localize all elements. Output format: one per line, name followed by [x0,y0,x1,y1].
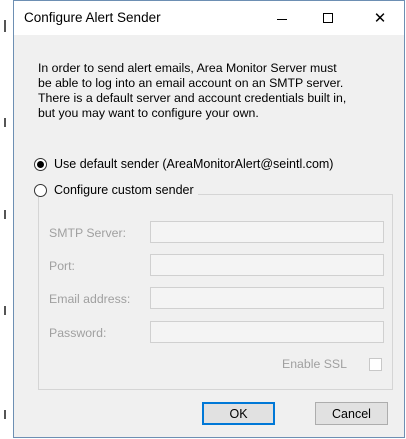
screen: Configure Alert Sender ✕ In order to sen… [0,0,406,439]
title-bar[interactable]: Configure Alert Sender ✕ [14,1,404,35]
configure-alert-sender-dialog: Configure Alert Sender ✕ In order to sen… [13,0,405,438]
email-address-input[interactable] [150,287,384,309]
default-sender-option[interactable]: Use default sender (AreaMonitorAlert@sei… [34,157,333,171]
cancel-button[interactable]: Cancel [315,402,388,425]
window-title: Configure Alert Sender [24,10,161,25]
intro-text: In order to send alert emails, Area Moni… [38,61,388,121]
port-input[interactable] [150,254,384,276]
background-edge-mark [4,20,6,32]
password-input[interactable] [150,321,384,343]
intro-line: In order to send alert emails, Area Moni… [38,61,337,75]
maximize-icon [323,13,333,23]
background-edge-mark [4,210,6,219]
enable-ssl-label: Enable SSL [282,357,347,371]
close-icon: ✕ [373,10,387,27]
custom-sender-option[interactable]: Configure custom sender [34,183,198,197]
password-label: Password: [49,326,107,340]
intro-line: There is a default server and account cr… [38,91,347,105]
custom-sender-label: Configure custom sender [54,183,194,197]
background-edge-mark [4,118,6,127]
background-edge-mark [4,306,6,315]
background-window-edge [0,0,12,439]
minimize-button[interactable] [259,1,305,35]
smtp-server-label: SMTP Server: [49,226,126,240]
ok-button[interactable]: OK [202,402,275,425]
smtp-server-input[interactable] [150,221,384,243]
intro-line: be able to log into an email account on … [38,76,344,90]
minimize-icon [277,18,287,20]
maximize-button[interactable] [305,1,351,35]
default-sender-radio[interactable] [34,157,47,171]
default-sender-label: Use default sender (AreaMonitorAlert@sei… [54,157,334,171]
email-address-label: Email address: [49,292,131,306]
port-label: Port: [49,259,75,273]
custom-sender-radio[interactable] [34,183,47,197]
background-edge-mark [4,410,6,419]
close-button[interactable]: ✕ [357,1,403,35]
intro-line: but you may want to configure your own. [38,106,259,120]
enable-ssl-checkbox[interactable] [369,358,382,371]
